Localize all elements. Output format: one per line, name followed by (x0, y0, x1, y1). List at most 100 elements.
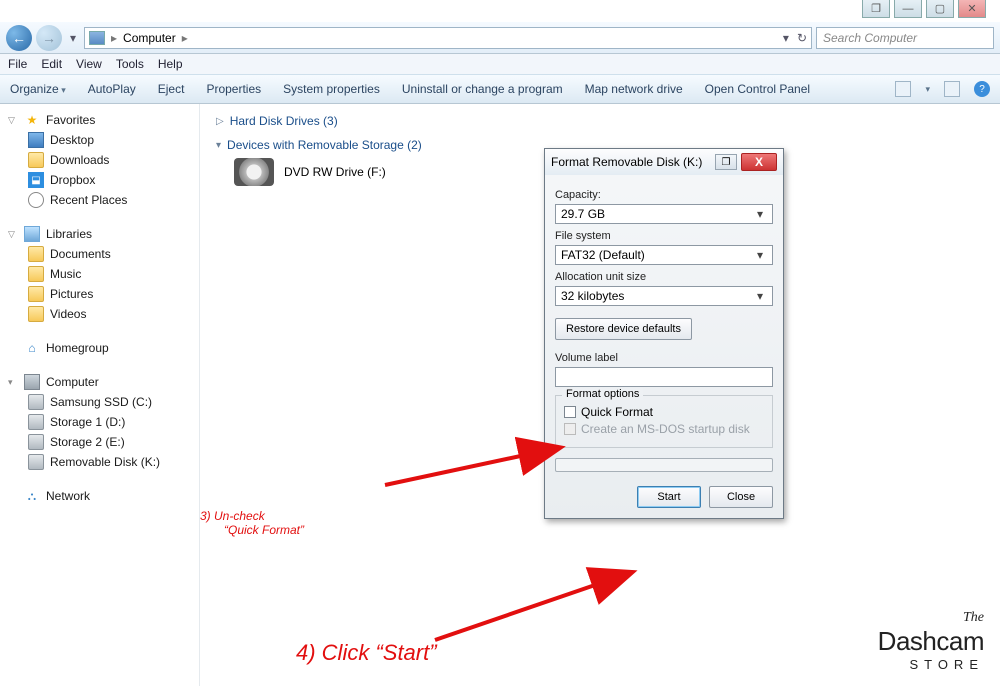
recent-icon (28, 192, 44, 208)
navigation-pane: ▽★Favorites Desktop Downloads ⬓Dropbox R… (0, 104, 200, 686)
restore-defaults-button[interactable]: Restore device defaults (555, 318, 692, 340)
search-placeholder: Search Computer (823, 31, 917, 45)
folder-icon (28, 286, 44, 302)
properties-button[interactable]: Properties (206, 82, 261, 96)
drive-item-dvd[interactable]: DVD RW Drive (F:) (234, 158, 386, 186)
sidebar-item-drive-e[interactable]: Storage 2 (E:) (8, 432, 199, 452)
organize-button[interactable]: Organize (10, 82, 66, 96)
drive-icon (28, 414, 44, 430)
annotation-arrow-icon (380, 440, 570, 490)
computer-icon (24, 374, 40, 390)
minimize-button[interactable]: — (894, 0, 922, 18)
dvd-drive-icon (234, 158, 274, 186)
quick-format-checkbox[interactable]: Quick Format (564, 405, 764, 419)
maximize-button[interactable]: ▢ (926, 0, 954, 18)
annotation-arrow-icon (430, 565, 640, 645)
forward-button[interactable]: → (36, 25, 62, 51)
eject-button[interactable]: Eject (158, 82, 185, 96)
allocation-select[interactable]: 32 kilobytes▾ (555, 286, 773, 306)
homegroup-icon: ⌂ (24, 340, 40, 356)
format-options-legend: Format options (562, 388, 643, 400)
close-button[interactable]: Close (709, 486, 773, 508)
star-icon: ★ (24, 112, 40, 128)
folder-icon (28, 246, 44, 262)
libraries-icon (24, 226, 40, 242)
history-chevron-icon[interactable]: ▾ (66, 31, 80, 45)
sidebar-item-downloads[interactable]: Downloads (8, 150, 199, 170)
window-close-button[interactable]: ✕ (958, 0, 986, 18)
sidebar-item-drive-k[interactable]: Removable Disk (K:) (8, 452, 199, 472)
group-hard-disk-drives[interactable]: ▷Hard Disk Drives (3) (216, 114, 984, 128)
dialog-title: Format Removable Disk (K:) (551, 155, 702, 169)
start-button[interactable]: Start (637, 486, 701, 508)
sidebar-item-dropbox[interactable]: ⬓Dropbox (8, 170, 199, 190)
volume-label-input[interactable] (555, 367, 773, 387)
annotation-step-3: 3) Un-check “Quick Format” (200, 510, 304, 538)
menu-view[interactable]: View (76, 57, 102, 71)
folder-icon (28, 306, 44, 322)
folder-icon (28, 152, 44, 168)
sidebar-item-documents[interactable]: Documents (8, 244, 199, 264)
annotation-step-4: 4) Click “Start” (296, 640, 437, 665)
folder-icon (28, 266, 44, 282)
address-dropdown-icon[interactable]: ▾ (783, 31, 789, 45)
dropbox-icon: ⬓ (28, 172, 44, 188)
system-properties-button[interactable]: System properties (283, 82, 380, 96)
sidebar-item-drive-c[interactable]: Samsung SSD (C:) (8, 392, 199, 412)
watermark-logo: The Dashcam STORE (878, 610, 984, 672)
sidebar-favorites[interactable]: ▽★Favorites (8, 110, 199, 130)
breadcrumb-chevron-icon: ▸ (111, 31, 117, 45)
help-icon[interactable]: ? (974, 81, 990, 97)
map-network-drive-button[interactable]: Map network drive (585, 82, 683, 96)
menu-edit[interactable]: Edit (41, 57, 62, 71)
chevron-down-icon: ▾ (753, 289, 767, 303)
uninstall-button[interactable]: Uninstall or change a program (402, 82, 563, 96)
menu-tools[interactable]: Tools (116, 57, 144, 71)
breadcrumb-chevron-icon: ▸ (182, 31, 188, 45)
preview-pane-icon[interactable] (944, 81, 960, 97)
caption-dual-icon[interactable]: ❐ (862, 0, 890, 18)
sidebar-libraries[interactable]: ▽Libraries (8, 224, 199, 244)
sidebar-item-drive-d[interactable]: Storage 1 (D:) (8, 412, 199, 432)
format-options-group: Format options Quick Format Create an MS… (555, 395, 773, 448)
checkbox-icon (564, 406, 576, 418)
checkbox-icon (564, 423, 576, 435)
filesystem-select[interactable]: FAT32 (Default)▾ (555, 245, 773, 265)
view-mode-chevron-icon[interactable]: ▾ (925, 84, 930, 95)
autoplay-button[interactable]: AutoPlay (88, 82, 136, 96)
computer-icon (89, 31, 105, 45)
refresh-icon[interactable]: ↻ (797, 31, 807, 45)
view-mode-icon[interactable] (895, 81, 911, 97)
dialog-close-button[interactable]: X (741, 153, 777, 171)
address-bar[interactable]: ▸ Computer ▸ ▾ ↻ (84, 27, 812, 49)
format-dialog: Format Removable Disk (K:) ❐ X Capacity:… (544, 148, 784, 519)
sidebar-network[interactable]: ⛬Network (8, 486, 199, 506)
menu-file[interactable]: File (8, 57, 27, 71)
capacity-label: Capacity: (555, 189, 773, 201)
explorer-navbar: ← → ▾ ▸ Computer ▸ ▾ ↻ Search Computer (0, 22, 1000, 54)
volume-label-label: Volume label (555, 352, 773, 364)
sidebar-item-recent[interactable]: Recent Places (8, 190, 199, 210)
command-bar: Organize AutoPlay Eject Properties Syste… (0, 74, 1000, 104)
sidebar-item-desktop[interactable]: Desktop (8, 130, 199, 150)
format-progress-bar (555, 458, 773, 472)
sidebar-computer[interactable]: ▾Computer (8, 372, 199, 392)
breadcrumb-computer[interactable]: Computer (123, 31, 176, 45)
desktop-icon (28, 132, 44, 148)
network-icon: ⛬ (24, 488, 40, 504)
drive-icon (28, 434, 44, 450)
drive-icon (28, 394, 44, 410)
sidebar-item-videos[interactable]: Videos (8, 304, 199, 324)
menu-help[interactable]: Help (158, 57, 183, 71)
dialog-caption-icon[interactable]: ❐ (715, 154, 737, 170)
capacity-select[interactable]: 29.7 GB▾ (555, 204, 773, 224)
window-caption-buttons: ❐ — ▢ ✕ (862, 0, 986, 18)
sidebar-item-pictures[interactable]: Pictures (8, 284, 199, 304)
allocation-label: Allocation unit size (555, 271, 773, 283)
search-input[interactable]: Search Computer (816, 27, 994, 49)
open-control-panel-button[interactable]: Open Control Panel (705, 82, 810, 96)
back-button[interactable]: ← (6, 25, 32, 51)
dialog-titlebar[interactable]: Format Removable Disk (K:) ❐ X (545, 149, 783, 175)
sidebar-homegroup[interactable]: ⌂Homegroup (8, 338, 199, 358)
sidebar-item-music[interactable]: Music (8, 264, 199, 284)
